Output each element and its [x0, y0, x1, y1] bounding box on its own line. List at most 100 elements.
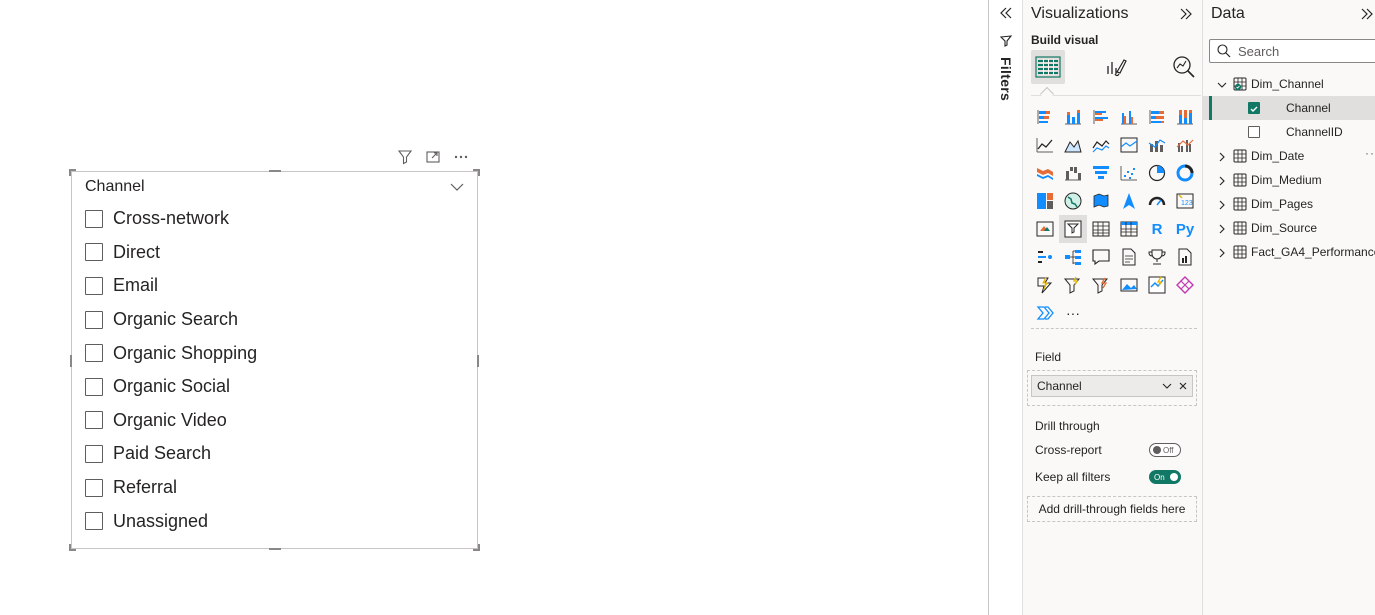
100-stacked-bar-chart-icon[interactable]: [1143, 103, 1171, 131]
azure-ml-icon[interactable]: [1143, 271, 1171, 299]
clustered-column-chart-icon[interactable]: [1115, 103, 1143, 131]
slicer-item-checkbox[interactable]: [85, 444, 103, 463]
slicer-item-checkbox[interactable]: [85, 377, 103, 396]
chevron-right-icon[interactable]: [1217, 199, 1227, 210]
100-stacked-column-chart-icon[interactable]: [1171, 103, 1199, 131]
table-row[interactable]: Dim_Medium: [1203, 168, 1375, 192]
azure-map-icon[interactable]: [1115, 187, 1143, 215]
smart-narrative-icon[interactable]: [1115, 243, 1143, 271]
resize-handle-bl[interactable]: [69, 544, 71, 551]
field-well[interactable]: Channel: [1027, 370, 1197, 406]
100-stacked-area-chart-icon[interactable]: [1115, 131, 1143, 159]
field-row[interactable]: Channel: [1203, 96, 1375, 120]
table-row[interactable]: Dim_Pages: [1203, 192, 1375, 216]
table-row[interactable]: Dim_Date ···: [1203, 144, 1375, 168]
slicer-item-checkbox[interactable]: [85, 344, 103, 363]
more-options-icon[interactable]: [452, 148, 470, 166]
report-canvas[interactable]: Channel Cross-network Direct Email Organic …: [0, 0, 988, 615]
data-search-box[interactable]: [1209, 39, 1375, 63]
ribbon-chart-icon[interactable]: [1031, 159, 1059, 187]
filters-pane-collapsed[interactable]: Filters: [988, 0, 1022, 615]
map-icon[interactable]: [1059, 187, 1087, 215]
table-icon[interactable]: [1087, 215, 1115, 243]
drill-through-field-well[interactable]: Add drill-through fields here: [1027, 496, 1197, 522]
gauge-icon[interactable]: [1143, 187, 1171, 215]
expand-chevrons-icon[interactable]: [1359, 6, 1375, 22]
table-row[interactable]: Dim_Channel: [1203, 72, 1375, 96]
line-chart-icon[interactable]: [1031, 131, 1059, 159]
stacked-area-chart-icon[interactable]: [1087, 131, 1115, 159]
tab-format-visual[interactable]: [1099, 50, 1133, 84]
table-row[interactable]: Dim_Source: [1203, 216, 1375, 240]
field-pill-channel[interactable]: Channel: [1031, 375, 1193, 397]
key-influencers-icon[interactable]: [1031, 243, 1059, 271]
tab-build-fields[interactable]: [1031, 50, 1065, 84]
tab-analytics[interactable]: [1167, 50, 1201, 84]
filter-icon[interactable]: [396, 148, 414, 166]
slicer-item[interactable]: Organic Shopping: [85, 336, 257, 370]
scatter-chart-icon[interactable]: [1115, 159, 1143, 187]
channel-slicer[interactable]: Channel Cross-network Direct Email Organic …: [69, 169, 480, 551]
clustered-bar-chart-icon[interactable]: [1087, 103, 1115, 131]
slicer-item-checkbox[interactable]: [85, 209, 103, 228]
kpi-icon[interactable]: [1031, 215, 1059, 243]
image-icon[interactable]: [1115, 271, 1143, 299]
power-automate-icon[interactable]: [1031, 271, 1059, 299]
more-visuals-icon[interactable]: ···: [1059, 299, 1087, 327]
slicer-item-checkbox[interactable]: [85, 512, 103, 531]
filled-map-icon[interactable]: [1087, 187, 1115, 215]
pie-chart-icon[interactable]: [1143, 159, 1171, 187]
slicer-item-checkbox[interactable]: [85, 276, 103, 295]
paginated-report-icon[interactable]: [1171, 243, 1199, 271]
funnel-chart-icon[interactable]: [1087, 159, 1115, 187]
slicer-item-checkbox[interactable]: [85, 478, 103, 497]
filters-label[interactable]: Filters: [998, 57, 1014, 101]
line-clustered-column-chart-icon[interactable]: [1171, 131, 1199, 159]
chevron-down-icon[interactable]: [449, 180, 465, 192]
field-checkbox[interactable]: [1248, 126, 1260, 138]
resize-handle-left[interactable]: [70, 355, 72, 367]
chevron-right-icon[interactable]: [1217, 151, 1227, 162]
slicer-item[interactable]: Email: [85, 269, 257, 303]
r-visual-icon[interactable]: R: [1143, 215, 1171, 243]
chevron-down-icon[interactable]: [1217, 79, 1227, 89]
resize-handle-br[interactable]: [478, 544, 480, 551]
chevron-right-icon[interactable]: [1217, 175, 1227, 186]
decomposition-tree-icon[interactable]: [1059, 243, 1087, 271]
python-visual-icon[interactable]: Py: [1171, 215, 1199, 243]
slicer-item[interactable]: Paid Search: [85, 437, 257, 471]
collapse-chevrons-icon[interactable]: [998, 5, 1014, 21]
resize-handle-top[interactable]: [269, 170, 281, 172]
waterfall-chart-icon[interactable]: [1059, 159, 1087, 187]
more-options-icon[interactable]: ···: [1365, 146, 1375, 160]
power-apps-icon[interactable]: [1087, 271, 1115, 299]
cross-report-toggle[interactable]: Off: [1149, 443, 1181, 457]
treemap-icon[interactable]: [1031, 187, 1059, 215]
chevron-right-icon[interactable]: [1217, 247, 1227, 258]
slicer-icon[interactable]: [1059, 215, 1087, 243]
stacked-bar-chart-icon[interactable]: [1031, 103, 1059, 131]
keep-all-filters-toggle[interactable]: On: [1149, 470, 1181, 484]
chevron-down-icon[interactable]: [1160, 379, 1174, 393]
close-icon[interactable]: [1176, 379, 1190, 393]
resize-handle-bottom[interactable]: [269, 548, 281, 550]
resize-handle-tr[interactable]: [478, 169, 480, 176]
slicer-item[interactable]: Organic Social: [85, 370, 257, 404]
search-input[interactable]: [1238, 43, 1368, 59]
slicer-item-checkbox[interactable]: [85, 411, 103, 430]
power-apps-filter-icon[interactable]: [1059, 271, 1087, 299]
slicer-item[interactable]: Cross-network: [85, 202, 257, 236]
line-stacked-column-chart-icon[interactable]: [1143, 131, 1171, 159]
table-row[interactable]: Fact_GA4_Performances: [1203, 240, 1375, 264]
diamond-visual-icon[interactable]: [1171, 271, 1199, 299]
chevron-visual-icon[interactable]: [1031, 299, 1059, 327]
slicer-item-checkbox[interactable]: [85, 310, 103, 329]
field-checkbox[interactable]: [1248, 102, 1260, 114]
metrics-trophy-icon[interactable]: [1143, 243, 1171, 271]
card-icon[interactable]: 123: [1171, 187, 1199, 215]
slicer-item[interactable]: Direct: [85, 236, 257, 270]
qna-icon[interactable]: [1087, 243, 1115, 271]
slicer-item[interactable]: Organic Search: [85, 303, 257, 337]
field-row[interactable]: ChannelID: [1203, 120, 1375, 144]
stacked-column-chart-icon[interactable]: [1059, 103, 1087, 131]
